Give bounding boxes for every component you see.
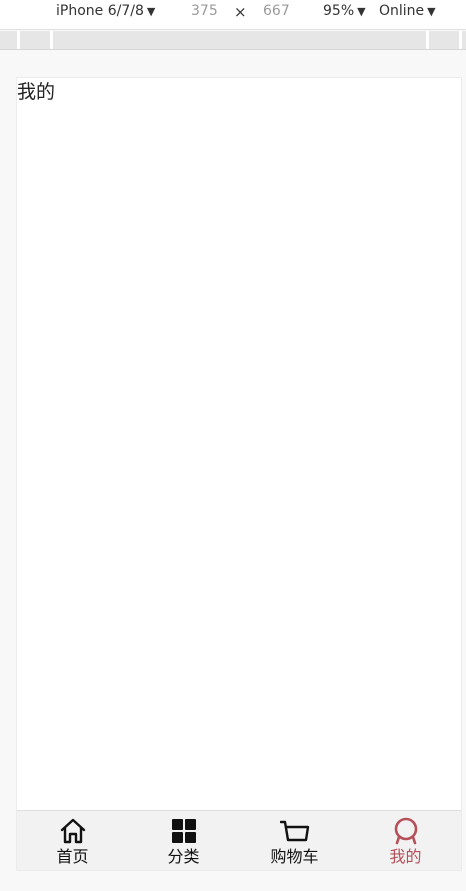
tab-category[interactable]: 分类 bbox=[128, 811, 239, 870]
media-query-ruler[interactable] bbox=[0, 31, 466, 50]
cart-icon bbox=[279, 817, 310, 845]
chevron-down-icon: ▼ bbox=[146, 5, 156, 18]
dimension-separator: × bbox=[234, 3, 247, 21]
network-select[interactable]: Online ▼ bbox=[379, 3, 436, 19]
ruler-tick bbox=[17, 31, 20, 49]
devtools-device-toolbar: iPhone 6/7/8 ▼ 375 × 667 95% ▼ Online ▼ bbox=[0, 0, 466, 30]
height-input[interactable]: 667 bbox=[263, 3, 290, 19]
profile-icon bbox=[391, 817, 421, 845]
ruler-tick bbox=[50, 31, 53, 49]
bottom-tab-bar: 首页 分类 购物车 我的 bbox=[17, 810, 461, 870]
zoom-select[interactable]: 95% ▼ bbox=[323, 3, 366, 19]
tab-label: 分类 bbox=[167, 847, 200, 866]
home-icon bbox=[58, 817, 88, 845]
device-viewport: 我的 首页 分类 购物车 我的 bbox=[16, 77, 462, 871]
category-grid-icon bbox=[169, 817, 199, 845]
width-input[interactable]: 375 bbox=[191, 3, 218, 19]
page-title: 我的 bbox=[17, 81, 56, 103]
tab-cart[interactable]: 购物车 bbox=[239, 811, 350, 870]
ruler-tick bbox=[459, 31, 462, 49]
device-name: iPhone 6/7/8 bbox=[56, 3, 144, 19]
tab-label: 购物车 bbox=[270, 847, 319, 866]
chevron-down-icon: ▼ bbox=[427, 5, 436, 18]
ruler-tick bbox=[426, 31, 429, 49]
zoom-value: 95% bbox=[323, 3, 355, 19]
tab-profile[interactable]: 我的 bbox=[350, 811, 461, 870]
device-select[interactable]: iPhone 6/7/8 ▼ bbox=[56, 3, 155, 19]
tab-home[interactable]: 首页 bbox=[17, 811, 128, 870]
chevron-down-icon: ▼ bbox=[357, 5, 366, 18]
tab-label: 首页 bbox=[56, 847, 89, 866]
network-value: Online bbox=[379, 3, 425, 19]
tab-label: 我的 bbox=[389, 847, 422, 866]
